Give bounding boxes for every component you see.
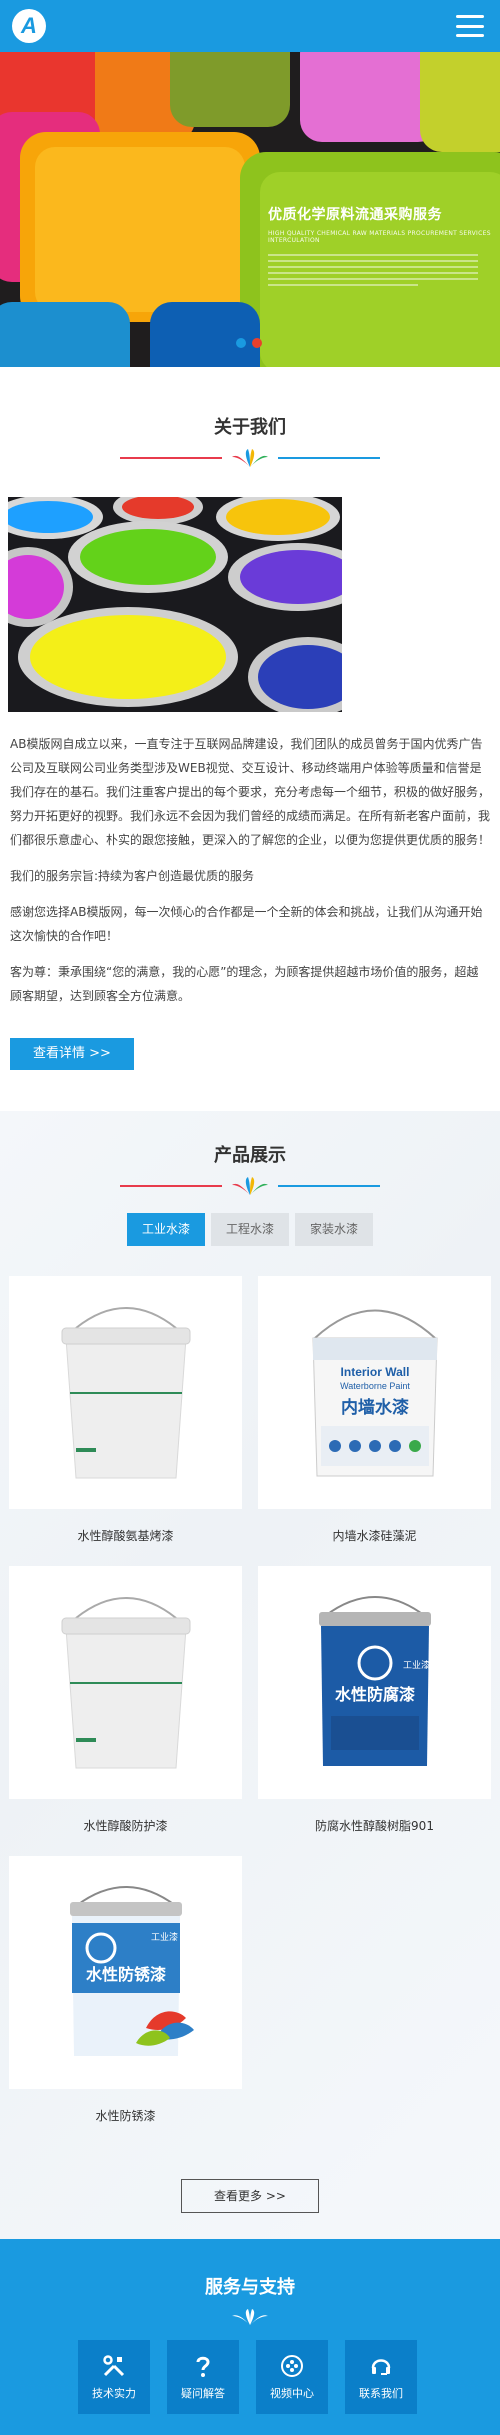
video-icon [279,2353,305,2379]
title-decoration [0,1175,500,1197]
interior-label-en: Interior Wall [340,1365,409,1379]
top-header: A [0,0,500,52]
banner-caption: 优质化学原料流通采购服务 HIGH QUALITY CHEMICAL RAW M… [268,204,500,290]
tab-engineering[interactable]: 工程水漆 [211,1213,289,1246]
about-text: AB模版网自成立以来，一直专注于互联网品牌建设，我们团队的成员曾务于国内优秀广告… [0,712,500,1008]
about-image [8,497,342,712]
logo-letter: A [21,13,37,38]
banner-dot[interactable] [236,338,246,348]
splash-icon [232,449,268,467]
tab-home[interactable]: 家装水漆 [295,1213,373,1246]
tools-icon [101,2353,127,2379]
about-title: 关于我们 [214,417,286,438]
tab-industrial[interactable]: 工业水漆 [127,1213,205,1246]
headset-icon [368,2353,394,2379]
product-image[interactable] [9,1276,242,1509]
about-paragraph: 客为尊：秉承围绕“您的满意，我的心愿”的理念，为顾客提供超越市场价值的服务，超越… [10,965,479,1003]
industrial-label: 工业漆 [403,1659,430,1671]
product-card[interactable]: 水性醇酸氨基烤漆 [9,1276,242,1562]
view-details-button[interactable]: 查看详情 >> [10,1038,134,1070]
splash-icon [232,2309,268,2325]
question-icon [190,2353,216,2379]
product-name[interactable]: 防腐水性醇酸树脂901 [258,1817,491,1834]
product-name[interactable]: 内墙水漆硅藻泥 [258,1527,491,1544]
about-section: 关于我们 AB模版网自成立以来，一直专注于互联网品牌建设，我们团队的成员曾务于国… [0,367,500,1070]
product-card[interactable]: 工业漆 水性防锈漆 水性防锈漆 [9,1856,242,2142]
product-name[interactable]: 水性防锈漆 [9,2107,242,2124]
service-item-video[interactable]: 视频中心 [256,2340,328,2414]
banner-text-lines [268,254,500,286]
product-name[interactable]: 水性醇酸氨基烤漆 [9,1527,242,1544]
products-title: 产品展示 [214,1145,286,1166]
hamburger-menu-icon[interactable] [456,15,484,37]
product-image[interactable]: Interior Wall Waterborne Paint 内墙水漆 [258,1276,491,1509]
anticorrosion-label: 水性防腐漆 [334,1685,414,1704]
about-paragraph: 感谢您选择AB模版网，每一次倾心的合作都是一个全新的体会和挑战，让我们从沟通开始… [10,905,483,943]
title-decoration [0,447,500,469]
banner-dot-active[interactable] [252,338,262,348]
service-label: 疑问解答 [181,2387,225,2400]
service-item-faq[interactable]: 疑问解答 [167,2340,239,2414]
about-paragraph: 我们的服务宗旨:持续为客户创造最优质的服务 [10,869,255,883]
product-card[interactable]: Interior Wall Waterborne Paint 内墙水漆 内墙水漆… [258,1276,491,1562]
interior-label-cn: 内墙水漆 [341,1397,409,1418]
product-name[interactable]: 水性醇酸防护漆 [9,1817,242,1834]
product-image[interactable]: 工业漆 水性防锈漆 [9,1856,242,2089]
service-section: 服务与支持 技术实力 疑问解答 视频中心 联系我们 [0,2239,500,2435]
product-image[interactable] [9,1566,242,1799]
splash-icon [232,1177,268,1195]
product-card[interactable]: 工业漆 水性防腐漆 防腐水性醇酸树脂901 [258,1566,491,1852]
about-paragraph: AB模版网自成立以来，一直专注于互联网品牌建设，我们团队的成员曾务于国内优秀广告… [10,737,491,847]
service-label: 联系我们 [359,2387,403,2400]
products-section: 产品展示 工业水漆 工程水漆 家装水漆 水性醇酸氨基烤漆 Interior Wa… [0,1111,500,2239]
site-logo[interactable]: A [12,9,46,43]
hero-banner[interactable]: 优质化学原料流通采购服务 HIGH QUALITY CHEMICAL RAW M… [0,52,500,367]
interior-label-en2: Waterborne Paint [340,1381,410,1391]
antirust-label: 水性防锈漆 [85,1965,165,1984]
service-item-tech[interactable]: 技术实力 [78,2340,150,2414]
service-label: 技术实力 [92,2387,136,2400]
product-tabs: 工业水漆 工程水漆 家装水漆 [0,1213,500,1246]
banner-pagination [236,338,262,348]
banner-subtitle: HIGH QUALITY CHEMICAL RAW MATERIALS PROC… [268,230,491,244]
service-title: 服务与支持 [205,2277,295,2298]
service-list: 技术实力 疑问解答 视频中心 联系我们 [78,2340,417,2414]
service-label: 视频中心 [270,2387,314,2400]
industrial-label: 工业漆 [151,1931,178,1943]
product-image[interactable]: 工业漆 水性防腐漆 [258,1566,491,1799]
banner-title: 优质化学原料流通采购服务 [268,207,442,223]
view-more-button[interactable]: 查看更多 >> [181,2179,319,2213]
product-card[interactable]: 水性醇酸防护漆 [9,1566,242,1852]
service-item-contact[interactable]: 联系我们 [345,2340,417,2414]
